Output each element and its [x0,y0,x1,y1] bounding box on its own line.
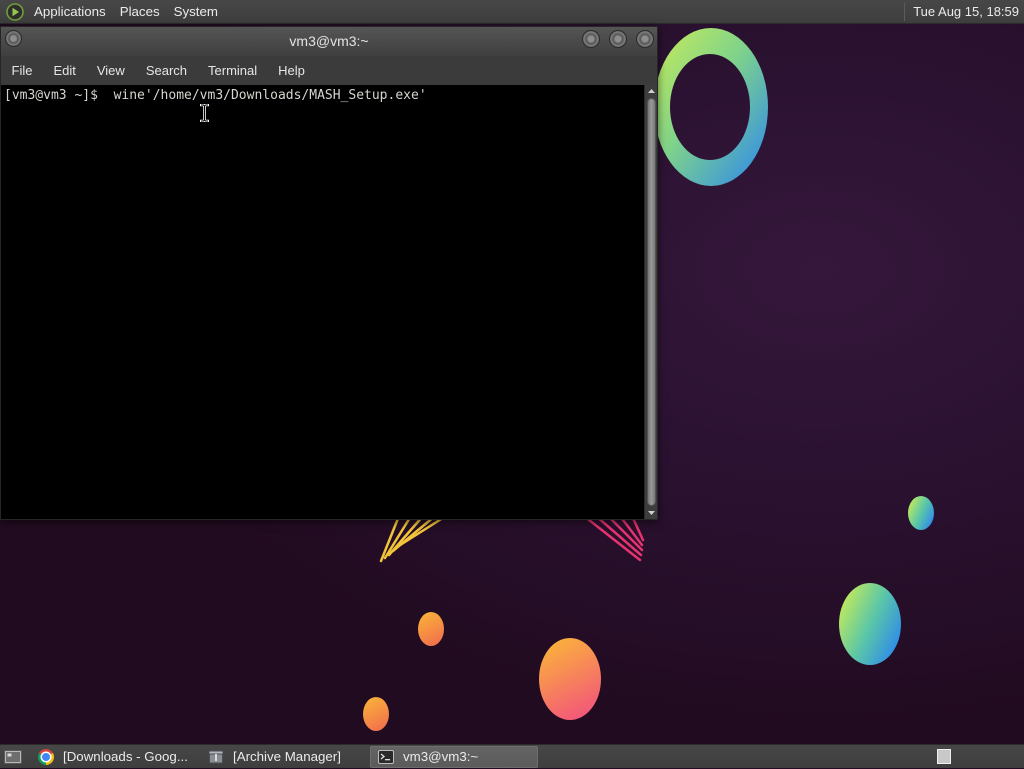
system-menu[interactable]: System [167,0,225,24]
bottom-panel: [Downloads - Goog... [Archive Manager] v… [0,744,1024,768]
menu-file[interactable]: File [1,56,43,85]
menu-bar: File Edit View Search Terminal Help [1,56,657,85]
terminal-line: [vm3@vm3 ~]$ wine'/home/vm3/Downloads/MA… [4,87,641,104]
wallpaper-bubble-pink-large [539,638,601,720]
applications-menu[interactable]: Applications [27,0,113,24]
wallpaper-bubble-blue-large [839,583,901,665]
wallpaper-bubble-blue-small [908,496,934,530]
terminal-body: [vm3@vm3 ~]$ wine'/home/vm3/Downloads/MA… [1,85,657,519]
terminal-screen[interactable]: [vm3@vm3 ~]$ wine'/home/vm3/Downloads/MA… [1,85,644,519]
taskbar-item-terminal[interactable]: vm3@vm3:~ [370,745,538,768]
wallpaper-bubble-orange-bottom [363,697,389,731]
places-menu[interactable]: Places [113,0,167,24]
terminal-icon [378,749,394,765]
workspace-switcher[interactable] [937,749,951,764]
taskbar-item-label: vm3@vm3:~ [403,749,479,764]
scroll-down-arrow-icon[interactable] [647,507,655,519]
mate-menu-icon[interactable] [0,0,27,24]
terminal-window[interactable]: vm3@vm3:~ File Edit View Search Terminal… [0,26,658,520]
taskbar-item-chrome[interactable]: [Downloads - Goog... [30,746,198,768]
menu-help[interactable]: Help [268,56,316,85]
archive-manager-icon [208,749,224,765]
vertical-scrollbar[interactable] [644,85,657,519]
wallpaper-ring [654,28,768,186]
window-title: vm3@vm3:~ [289,33,369,49]
menu-search[interactable]: Search [135,56,197,85]
text-cursor-icon [200,104,209,122]
wallpaper-stripes-yellow [379,514,448,563]
taskbar-item-archive-manager[interactable]: [Archive Manager] [200,746,368,768]
scroll-up-arrow-icon[interactable] [647,85,655,97]
chrome-icon [38,748,54,765]
shell-prompt: [vm3@vm3 ~]$ [4,88,98,103]
menu-edit[interactable]: Edit [43,56,86,85]
close-button[interactable] [636,30,654,48]
taskbar-item-label: [Downloads - Goog... [63,749,188,764]
menu-view[interactable]: View [86,56,135,85]
scrollbar-thumb[interactable] [646,98,656,506]
wallpaper-bubble-orange-small [418,612,444,646]
wallpaper-stripes-pink [582,514,645,562]
command-input[interactable]: wine'/home/vm3/Downloads/MASH_Setup.exe' [114,88,427,103]
mate-logo-icon [5,2,24,21]
show-desktop-button[interactable] [0,745,26,769]
clock[interactable]: Tue Aug 15, 18:59 [913,0,1024,24]
menu-terminal[interactable]: Terminal [198,56,268,85]
minimize-button[interactable] [582,30,600,48]
title-bar[interactable]: vm3@vm3:~ [1,27,657,56]
panel-separator [904,2,906,21]
maximize-button[interactable] [609,30,627,48]
top-panel: Applications Places System Tue Aug 15, 1… [0,0,1024,24]
show-desktop-icon [4,749,22,764]
taskbar-item-label: [Archive Manager] [233,749,341,764]
